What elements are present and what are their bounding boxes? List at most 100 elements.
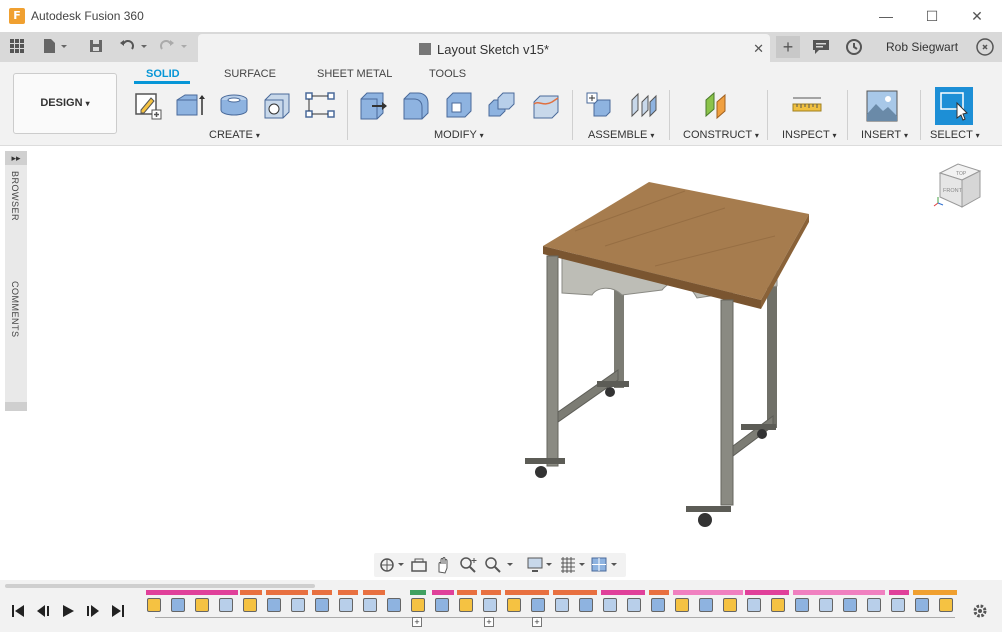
help-icon[interactable] [976,38,994,56]
browser-panel[interactable]: ▸▸ BROWSER COMMENTS [5,151,27,411]
viewports-icon[interactable] [591,556,623,574]
tab-tools[interactable]: TOOLS [429,68,466,80]
timeline-feature-icon[interactable] [435,598,449,612]
timeline-feature-icon[interactable] [291,598,305,612]
select-menu[interactable]: SELECT ▾ [930,129,980,141]
file-icon[interactable] [40,38,70,56]
comment-icon[interactable] [812,39,830,54]
pattern-icon[interactable] [304,90,335,120]
inspect-menu[interactable]: INSPECT ▾ [782,129,837,141]
look-at-icon[interactable] [410,556,428,574]
timeline-feature-icon[interactable] [819,598,833,612]
create-menu[interactable]: CREATE ▾ [209,129,260,141]
press-pull-icon[interactable] [358,90,388,120]
timeline-feature-icon[interactable] [147,598,161,612]
go-to-end-icon[interactable] [110,603,126,623]
tab-surface[interactable]: SURFACE [224,68,276,80]
timeline-feature-icon[interactable] [747,598,761,612]
job-status-icon[interactable] [845,38,863,56]
step-forward-icon[interactable] [85,603,101,623]
save-icon[interactable] [86,38,106,56]
expand-group-icon[interactable]: + [412,617,422,627]
insert-menu[interactable]: INSERT ▾ [861,129,908,141]
timeline-feature-icon[interactable] [771,598,785,612]
timeline-feature-icon[interactable] [483,598,497,612]
timeline-feature-icon[interactable] [555,598,569,612]
close-button[interactable]: ✕ [967,6,987,26]
expand-group-icon[interactable]: + [484,617,494,627]
orbit-icon[interactable] [378,556,406,574]
zoom-icon[interactable] [484,556,516,574]
table-model[interactable] [515,176,815,536]
assemble-menu[interactable]: ASSEMBLE ▾ [588,129,654,141]
maximize-button[interactable]: ☐ [922,6,942,26]
timeline-feature-icon[interactable] [195,598,209,612]
pan-icon[interactable] [434,556,452,574]
timeline-feature-icon[interactable] [219,598,233,612]
timeline-feature-icon[interactable] [243,598,257,612]
timeline-feature-icon[interactable] [675,598,689,612]
modify-menu[interactable]: MODIFY ▾ [434,129,484,141]
select-tool-button[interactable] [935,87,973,125]
timeline-feature-icon[interactable] [531,598,545,612]
timeline-feature-icon[interactable] [723,598,737,612]
construct-menu[interactable]: CONSTRUCT ▾ [683,129,759,141]
workspace-switcher[interactable]: DESIGN ▾ [13,73,117,134]
document-tab[interactable]: Layout Sketch v15* ✕ [198,34,770,64]
timeline-feature-icon[interactable] [699,598,713,612]
timeline-feature-icon[interactable] [459,598,473,612]
shell-icon[interactable] [444,90,474,120]
create-sketch-icon[interactable] [133,90,163,120]
timeline-feature-icon[interactable] [267,598,281,612]
comments-label[interactable]: COMMENTS [10,281,20,338]
tab-solid[interactable]: SOLID [146,68,180,80]
timeline-feature-icon[interactable] [171,598,185,612]
undo-icon[interactable] [118,38,152,56]
grid-icon[interactable] [7,38,27,56]
timeline-feature-icon[interactable] [387,598,401,612]
measure-icon[interactable] [791,90,822,120]
grid-settings-icon[interactable] [560,556,590,574]
timeline-feature-icon[interactable] [651,598,665,612]
3d-viewport[interactable] [0,146,1002,580]
timeline-feature-icon[interactable] [939,598,953,612]
replace-face-icon[interactable] [531,90,561,120]
timeline-feature-icon[interactable] [603,598,617,612]
timeline-scrollbar[interactable] [5,584,315,588]
go-to-start-icon[interactable] [10,603,26,623]
timeline-feature-icon[interactable] [507,598,521,612]
browser-label[interactable]: BROWSER [10,171,20,221]
revolve-icon[interactable] [218,90,248,120]
tab-close-icon[interactable]: ✕ [753,41,764,57]
timeline-feature-icon[interactable] [315,598,329,612]
offset-plane-icon[interactable] [703,90,733,120]
timeline-feature-icon[interactable] [579,598,593,612]
timeline-feature-icon[interactable] [891,598,905,612]
expand-panel-icon[interactable]: ▸▸ [5,151,27,165]
timeline-feature-icon[interactable] [915,598,929,612]
user-name[interactable]: Rob Siegwart [886,40,958,54]
step-back-icon[interactable] [35,603,51,623]
combine-icon[interactable] [487,90,517,120]
timeline-feature-icon[interactable] [627,598,641,612]
timeline-feature-icon[interactable] [411,598,425,612]
extrude-icon[interactable] [175,90,205,120]
timeline-feature-icon[interactable] [867,598,881,612]
tab-sheet-metal[interactable]: SHEET METAL [317,68,392,80]
fillet-icon[interactable] [401,90,431,120]
new-component-icon[interactable] [584,90,614,120]
insert-image-icon[interactable] [866,90,898,122]
hole-icon[interactable] [262,90,292,120]
viewcube[interactable]: TOP FRONT [932,155,986,213]
joint-icon[interactable] [628,90,658,120]
zoom-window-icon[interactable] [459,556,479,574]
play-icon[interactable] [60,603,76,623]
expand-group-icon[interactable]: + [532,617,542,627]
minimize-button[interactable]: — [876,6,896,26]
timeline-feature-icon[interactable] [339,598,353,612]
timeline-settings-icon[interactable] [971,602,989,620]
timeline-feature-icon[interactable] [795,598,809,612]
redo-icon[interactable] [160,38,194,56]
timeline-feature-icon[interactable] [363,598,377,612]
display-settings-icon[interactable] [527,556,557,574]
